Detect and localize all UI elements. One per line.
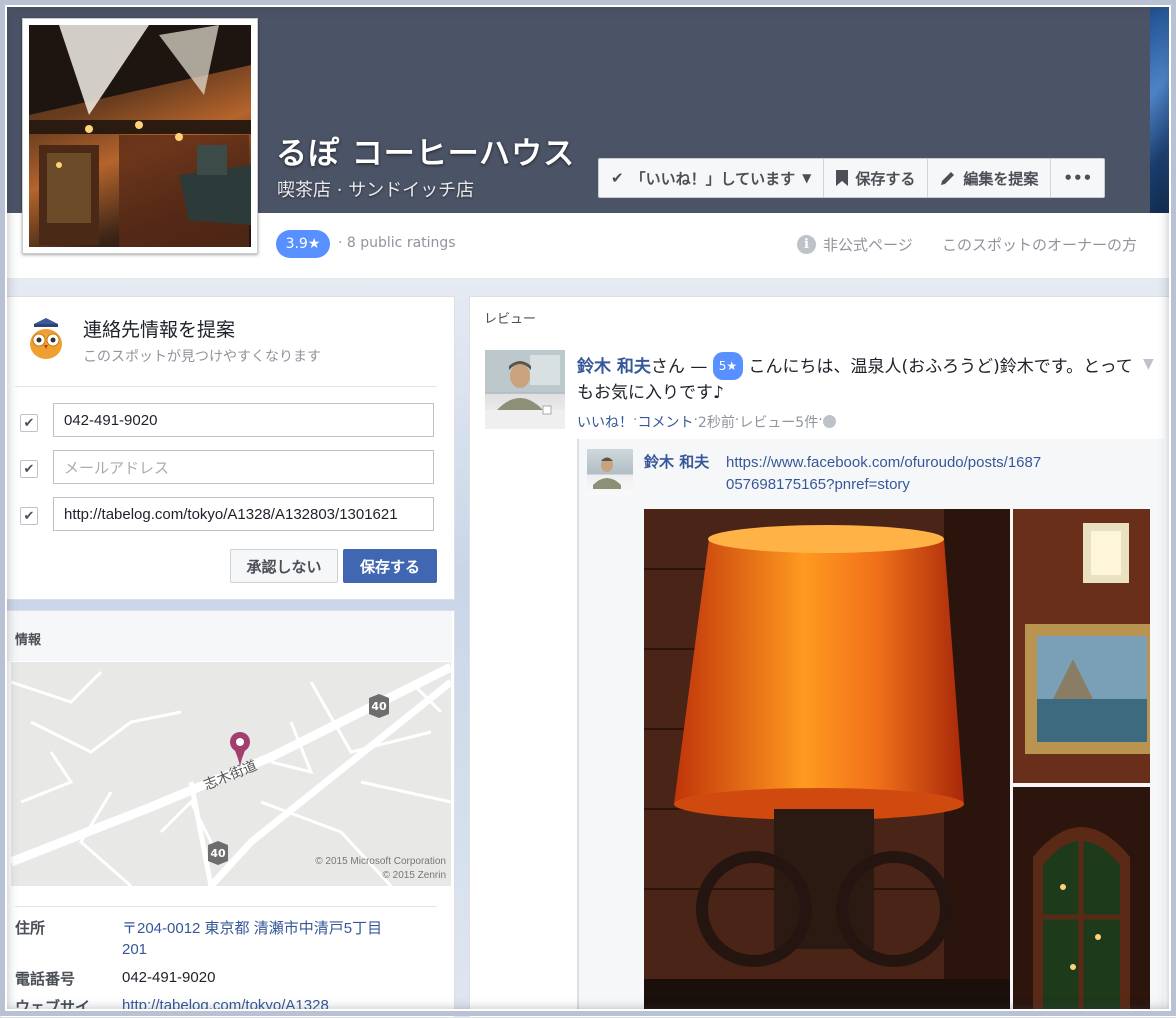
route-40-label-top: 40	[371, 700, 387, 713]
review-time[interactable]: 2秒前	[698, 412, 735, 432]
shared-author-name[interactable]: 鈴木 和夫	[644, 451, 709, 472]
page-title: るぽ コーヒーハウス	[276, 136, 576, 172]
save-page-button[interactable]: 保存する	[824, 159, 929, 197]
review-count[interactable]: レビュー5件	[739, 412, 818, 432]
contact-card-title: 連絡先情報を提案	[83, 319, 236, 341]
window-photo[interactable]	[1013, 787, 1150, 1016]
more-icon: •••	[1063, 169, 1093, 187]
comment-link[interactable]: コメント	[637, 412, 693, 432]
reviews-heading: レビュー	[484, 312, 537, 327]
save-page-label: 保存する	[855, 169, 916, 188]
website-label: ウェブサイ	[15, 998, 91, 1016]
review-name-suffix: さん —	[650, 357, 713, 377]
profile-picture[interactable]	[22, 18, 258, 254]
unofficial-label: 非公式ページ	[823, 236, 913, 254]
divider	[15, 386, 437, 387]
email-field[interactable]: メールアドレス	[53, 450, 434, 484]
meta-separator: ·	[818, 412, 823, 428]
reviewer-name[interactable]: 鈴木 和夫	[577, 357, 651, 377]
phone-checkbox[interactable]: ✔	[20, 414, 38, 432]
route-40-label-bottom: 40	[210, 847, 226, 860]
rating-badge[interactable]: 3.9★	[276, 230, 330, 258]
reviewer-avatar[interactable]	[485, 350, 565, 429]
review-text: 鈴木 和夫さん — 5★ こんにちは、温泉人(おふろうど)鈴木です。とってもお気…	[577, 352, 1137, 406]
map-copyright-microsoft: © 2015 Microsoft Corporation	[315, 856, 446, 867]
shared-author-avatar[interactable]	[587, 449, 633, 495]
phone-value: 042-491-9020	[122, 969, 216, 986]
email-checkbox[interactable]: ✔	[20, 460, 38, 478]
chevron-down-icon[interactable]: ▼	[1143, 356, 1154, 372]
website-link[interactable]: http://tabelog.com/tokyo/A1328	[122, 997, 329, 1014]
more-options-button[interactable]: •••	[1051, 159, 1104, 197]
review-star-badge: 5★	[712, 352, 744, 380]
liked-button[interactable]: ✔ 「いいね！」しています ▼	[599, 159, 825, 197]
phone-label: 電話番号	[15, 970, 76, 988]
website-checkbox[interactable]: ✔	[20, 507, 38, 525]
website-field[interactable]: http://tabelog.com/tokyo/A1328/A132803/1…	[53, 497, 434, 531]
info-icon: i	[797, 235, 816, 254]
cover-edge-image	[1150, 0, 1176, 213]
info-card-header	[1, 611, 452, 661]
divider	[15, 906, 437, 907]
location-map[interactable]: 40 40 志木街道 © 2015 Microsoft Corporation …	[11, 662, 451, 886]
address-line-2[interactable]: 201	[122, 941, 147, 958]
page-action-bar: ✔ 「いいね！」しています ▼ 保存する 編集を提案 •••	[598, 158, 1106, 198]
decline-button[interactable]: 承認しない	[230, 549, 338, 583]
pencil-icon	[941, 172, 955, 185]
save-contact-button[interactable]: 保存する	[343, 549, 437, 583]
liked-label: 「いいね！」しています	[630, 169, 796, 188]
phone-field[interactable]: 042-491-9020	[53, 403, 434, 437]
owl-mascot-icon	[26, 318, 66, 360]
unofficial-page-notice[interactable]: i 非公式ページ	[797, 234, 913, 255]
contact-card-subtitle: このスポットが見つけやすくなります	[83, 349, 321, 365]
shared-post-link[interactable]: https://www.facebook.com/ofuroudo/posts/…	[726, 452, 1046, 496]
info-heading: 情報	[15, 633, 42, 648]
suggest-edit-label: 編集を提案	[963, 169, 1039, 188]
like-link[interactable]: いいね！	[577, 412, 633, 432]
road-label: 志木街道	[202, 758, 260, 794]
checkmark-icon: ✔	[611, 169, 624, 187]
caret-down-icon: ▼	[802, 171, 812, 185]
review-meta: いいね！ · コメント · 2秒前 · レビュー5件 ·	[577, 412, 836, 432]
wall-lamp-painting-photo[interactable]	[1013, 509, 1150, 783]
address-label: 住所	[15, 919, 46, 937]
profile-photo-image	[29, 25, 251, 247]
page-categories[interactable]: 喫茶店 · サンドイッチ店	[277, 176, 474, 202]
lamp-photo[interactable]	[644, 509, 1010, 1016]
ratings-count[interactable]: · 8 public ratings	[338, 235, 456, 251]
address-line-1[interactable]: 〒204-0012 東京都 清瀬市中清戸5丁目	[122, 917, 382, 938]
suggest-edit-button[interactable]: 編集を提案	[928, 159, 1052, 197]
bookmark-icon	[836, 170, 849, 186]
globe-icon	[822, 415, 836, 428]
map-copyright-zenrin: © 2015 Zenrin	[382, 870, 446, 881]
owner-claim-link[interactable]: このスポットのオーナーの方	[942, 234, 1137, 255]
